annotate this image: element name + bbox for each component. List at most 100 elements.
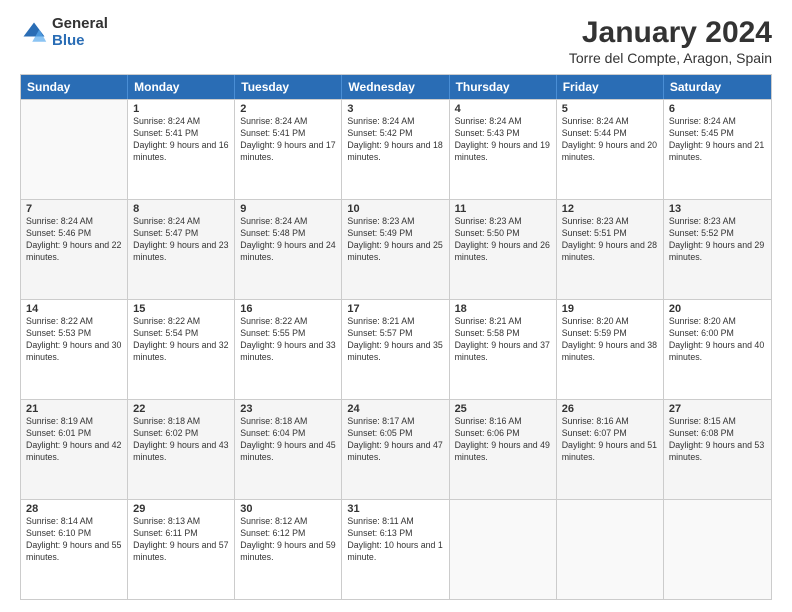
calendar-cell-day-13: 13Sunrise: 8:23 AM Sunset: 5:52 PM Dayli… [664, 200, 771, 299]
calendar-cell-day-19: 19Sunrise: 8:20 AM Sunset: 5:59 PM Dayli… [557, 300, 664, 399]
day-info: Sunrise: 8:23 AM Sunset: 5:49 PM Dayligh… [347, 216, 443, 264]
calendar-cell-day-1: 1Sunrise: 8:24 AM Sunset: 5:41 PM Daylig… [128, 100, 235, 199]
day-number: 3 [347, 103, 443, 115]
day-number: 6 [669, 103, 766, 115]
day-number: 23 [240, 403, 336, 415]
title-block: January 2024 Torre del Compte, Aragon, S… [569, 16, 772, 66]
day-info: Sunrise: 8:12 AM Sunset: 6:12 PM Dayligh… [240, 516, 336, 564]
calendar-cell-day-25: 25Sunrise: 8:16 AM Sunset: 6:06 PM Dayli… [450, 400, 557, 499]
calendar-cell-day-9: 9Sunrise: 8:24 AM Sunset: 5:48 PM Daylig… [235, 200, 342, 299]
day-info: Sunrise: 8:20 AM Sunset: 6:00 PM Dayligh… [669, 316, 766, 364]
day-number: 24 [347, 403, 443, 415]
day-number: 11 [455, 203, 551, 215]
calendar-cell-day-28: 28Sunrise: 8:14 AM Sunset: 6:10 PM Dayli… [21, 500, 128, 599]
day-number: 8 [133, 203, 229, 215]
calendar-cell-day-8: 8Sunrise: 8:24 AM Sunset: 5:47 PM Daylig… [128, 200, 235, 299]
calendar-cell-day-15: 15Sunrise: 8:22 AM Sunset: 5:54 PM Dayli… [128, 300, 235, 399]
calendar-cell-day-10: 10Sunrise: 8:23 AM Sunset: 5:49 PM Dayli… [342, 200, 449, 299]
day-info: Sunrise: 8:24 AM Sunset: 5:44 PM Dayligh… [562, 116, 658, 164]
calendar-cell-day-18: 18Sunrise: 8:21 AM Sunset: 5:58 PM Dayli… [450, 300, 557, 399]
day-info: Sunrise: 8:19 AM Sunset: 6:01 PM Dayligh… [26, 416, 122, 464]
calendar-cell-day-29: 29Sunrise: 8:13 AM Sunset: 6:11 PM Dayli… [128, 500, 235, 599]
day-info: Sunrise: 8:24 AM Sunset: 5:41 PM Dayligh… [133, 116, 229, 164]
day-info: Sunrise: 8:11 AM Sunset: 6:13 PM Dayligh… [347, 516, 443, 564]
day-info: Sunrise: 8:24 AM Sunset: 5:42 PM Dayligh… [347, 116, 443, 164]
calendar-cell-day-2: 2Sunrise: 8:24 AM Sunset: 5:41 PM Daylig… [235, 100, 342, 199]
calendar-cell-day-23: 23Sunrise: 8:18 AM Sunset: 6:04 PM Dayli… [235, 400, 342, 499]
day-number: 5 [562, 103, 658, 115]
day-number: 29 [133, 503, 229, 515]
calendar-cell-day-4: 4Sunrise: 8:24 AM Sunset: 5:43 PM Daylig… [450, 100, 557, 199]
day-info: Sunrise: 8:17 AM Sunset: 6:05 PM Dayligh… [347, 416, 443, 464]
day-number: 19 [562, 303, 658, 315]
day-number: 14 [26, 303, 122, 315]
calendar-cell-empty [557, 500, 664, 599]
day-info: Sunrise: 8:23 AM Sunset: 5:51 PM Dayligh… [562, 216, 658, 264]
calendar-cell-day-30: 30Sunrise: 8:12 AM Sunset: 6:12 PM Dayli… [235, 500, 342, 599]
day-info: Sunrise: 8:24 AM Sunset: 5:48 PM Dayligh… [240, 216, 336, 264]
logo: General Blue [20, 16, 108, 49]
day-number: 4 [455, 103, 551, 115]
calendar-cell-day-3: 3Sunrise: 8:24 AM Sunset: 5:42 PM Daylig… [342, 100, 449, 199]
calendar-cell-day-27: 27Sunrise: 8:15 AM Sunset: 6:08 PM Dayli… [664, 400, 771, 499]
day-info: Sunrise: 8:23 AM Sunset: 5:52 PM Dayligh… [669, 216, 766, 264]
day-number: 22 [133, 403, 229, 415]
day-number: 18 [455, 303, 551, 315]
day-number: 12 [562, 203, 658, 215]
calendar: Sunday Monday Tuesday Wednesday Thursday… [20, 74, 772, 600]
day-number: 20 [669, 303, 766, 315]
calendar-row-3: 21Sunrise: 8:19 AM Sunset: 6:01 PM Dayli… [21, 399, 771, 499]
month-title: January 2024 [569, 16, 772, 50]
calendar-cell-day-16: 16Sunrise: 8:22 AM Sunset: 5:55 PM Dayli… [235, 300, 342, 399]
calendar-body: 1Sunrise: 8:24 AM Sunset: 5:41 PM Daylig… [21, 99, 771, 599]
day-number: 10 [347, 203, 443, 215]
calendar-cell-day-14: 14Sunrise: 8:22 AM Sunset: 5:53 PM Dayli… [21, 300, 128, 399]
calendar-cell-empty [450, 500, 557, 599]
calendar-cell-day-11: 11Sunrise: 8:23 AM Sunset: 5:50 PM Dayli… [450, 200, 557, 299]
day-info: Sunrise: 8:14 AM Sunset: 6:10 PM Dayligh… [26, 516, 122, 564]
day-info: Sunrise: 8:22 AM Sunset: 5:54 PM Dayligh… [133, 316, 229, 364]
day-info: Sunrise: 8:18 AM Sunset: 6:02 PM Dayligh… [133, 416, 229, 464]
day-info: Sunrise: 8:21 AM Sunset: 5:57 PM Dayligh… [347, 316, 443, 364]
day-number: 9 [240, 203, 336, 215]
day-info: Sunrise: 8:13 AM Sunset: 6:11 PM Dayligh… [133, 516, 229, 564]
day-info: Sunrise: 8:24 AM Sunset: 5:41 PM Dayligh… [240, 116, 336, 164]
day-number: 21 [26, 403, 122, 415]
header-friday: Friday [557, 75, 664, 99]
day-number: 28 [26, 503, 122, 515]
logo-blue-label: Blue [52, 33, 108, 50]
calendar-row-1: 7Sunrise: 8:24 AM Sunset: 5:46 PM Daylig… [21, 199, 771, 299]
calendar-cell-day-17: 17Sunrise: 8:21 AM Sunset: 5:57 PM Dayli… [342, 300, 449, 399]
day-number: 1 [133, 103, 229, 115]
header-wednesday: Wednesday [342, 75, 449, 99]
day-info: Sunrise: 8:22 AM Sunset: 5:53 PM Dayligh… [26, 316, 122, 364]
day-number: 16 [240, 303, 336, 315]
calendar-cell-day-22: 22Sunrise: 8:18 AM Sunset: 6:02 PM Dayli… [128, 400, 235, 499]
day-info: Sunrise: 8:24 AM Sunset: 5:45 PM Dayligh… [669, 116, 766, 164]
day-number: 15 [133, 303, 229, 315]
day-info: Sunrise: 8:22 AM Sunset: 5:55 PM Dayligh… [240, 316, 336, 364]
day-info: Sunrise: 8:23 AM Sunset: 5:50 PM Dayligh… [455, 216, 551, 264]
calendar-header: Sunday Monday Tuesday Wednesday Thursday… [21, 75, 771, 99]
day-info: Sunrise: 8:20 AM Sunset: 5:59 PM Dayligh… [562, 316, 658, 364]
header-saturday: Saturday [664, 75, 771, 99]
logo-icon [20, 19, 48, 47]
calendar-cell-day-12: 12Sunrise: 8:23 AM Sunset: 5:51 PM Dayli… [557, 200, 664, 299]
day-info: Sunrise: 8:16 AM Sunset: 6:06 PM Dayligh… [455, 416, 551, 464]
day-number: 7 [26, 203, 122, 215]
calendar-cell-day-20: 20Sunrise: 8:20 AM Sunset: 6:00 PM Dayli… [664, 300, 771, 399]
calendar-cell-day-24: 24Sunrise: 8:17 AM Sunset: 6:05 PM Dayli… [342, 400, 449, 499]
header-tuesday: Tuesday [235, 75, 342, 99]
day-number: 31 [347, 503, 443, 515]
day-number: 17 [347, 303, 443, 315]
logo-text: General Blue [52, 16, 108, 49]
logo-general-label: General [52, 16, 108, 33]
calendar-cell-day-31: 31Sunrise: 8:11 AM Sunset: 6:13 PM Dayli… [342, 500, 449, 599]
day-info: Sunrise: 8:24 AM Sunset: 5:47 PM Dayligh… [133, 216, 229, 264]
header-thursday: Thursday [450, 75, 557, 99]
calendar-row-4: 28Sunrise: 8:14 AM Sunset: 6:10 PM Dayli… [21, 499, 771, 599]
calendar-cell-day-26: 26Sunrise: 8:16 AM Sunset: 6:07 PM Dayli… [557, 400, 664, 499]
day-number: 13 [669, 203, 766, 215]
day-info: Sunrise: 8:24 AM Sunset: 5:43 PM Dayligh… [455, 116, 551, 164]
day-number: 30 [240, 503, 336, 515]
